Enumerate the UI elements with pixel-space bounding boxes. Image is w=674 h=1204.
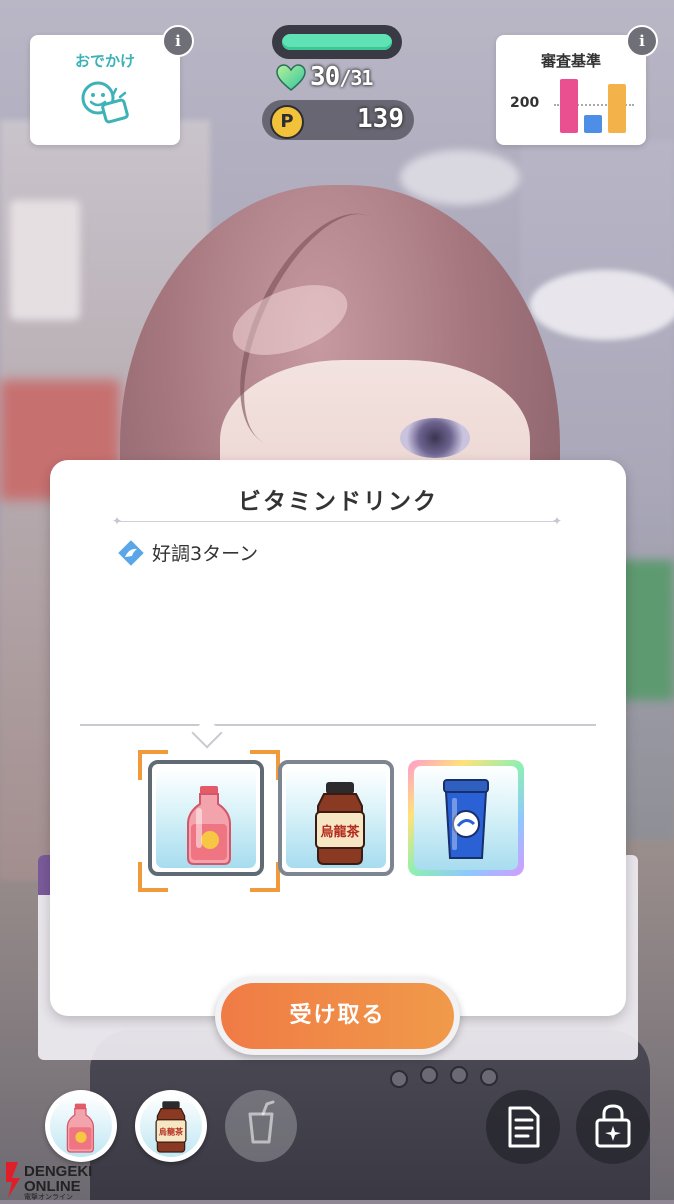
locked-bag-icon — [595, 1104, 631, 1148]
title-divider — [118, 521, 558, 522]
receive-button[interactable]: 受け取る — [215, 977, 460, 1055]
hp-max: /31 — [339, 66, 373, 90]
smile-bag-icon — [81, 81, 129, 124]
criteria-bar — [560, 79, 578, 133]
locked-bag-button[interactable] — [576, 1090, 650, 1164]
tea-label: 烏龍茶 — [159, 1127, 184, 1137]
oolong-tea-bottle-icon: 烏龍茶 — [155, 1101, 187, 1153]
criteria-label: 審査基準 — [540, 52, 601, 70]
stamina-fill — [282, 34, 392, 50]
sparkle-icon: ✦ — [112, 514, 123, 528]
slot-empty[interactable] — [225, 1090, 297, 1162]
item-separator — [80, 724, 596, 726]
hp-current: 30 — [310, 62, 340, 92]
outing-card[interactable]: おでかけ — [30, 35, 180, 145]
dengeki-online-logo: DENGEKI ONLINE 電撃オンライン — [4, 1160, 154, 1201]
criteria-bar — [584, 115, 602, 133]
character-eye — [400, 418, 470, 458]
effect-text: 好調3ターン — [149, 539, 258, 566]
good-condition-icon — [116, 538, 146, 568]
criteria-value: 200 — [510, 95, 540, 111]
selection-corner — [138, 750, 168, 780]
selection-pointer — [191, 717, 223, 749]
outing-info-button[interactable]: i — [162, 25, 194, 57]
memo-button[interactable] — [486, 1090, 560, 1164]
item-dialog: ビタミンドリンク ✦ ✦ 好調3ターン 烏龍茶 — [50, 460, 626, 1016]
pink-bottle-icon — [66, 1103, 95, 1153]
slot-vitamin-drink[interactable] — [45, 1090, 117, 1162]
tea-label: 烏龍茶 — [320, 824, 360, 840]
criteria-bar — [608, 84, 626, 133]
points-value: 139 — [357, 104, 404, 134]
points-display: P 139 — [262, 100, 414, 140]
oolong-tea-bottle-icon: 烏龍茶 — [315, 782, 365, 865]
memo-icon — [508, 1106, 540, 1148]
dialog-title: ビタミンドリンク — [238, 489, 438, 515]
stamina-bar — [272, 25, 402, 59]
selection-corner — [250, 862, 280, 892]
outing-label: おでかけ — [74, 52, 135, 70]
receive-button-label: 受け取る — [221, 983, 454, 1049]
p-coin-icon: P — [270, 105, 304, 139]
criteria-info-button[interactable]: i — [626, 25, 658, 57]
pink-bottle-icon — [187, 786, 231, 865]
hp-display: 30/31 — [276, 62, 406, 96]
sparkle-icon: ✦ — [552, 514, 563, 528]
slot-oolong-tea[interactable]: 烏龍茶 — [135, 1090, 207, 1162]
empty-cup-icon — [248, 1100, 275, 1144]
selection-corner — [138, 862, 168, 892]
item-protein-shaker[interactable] — [408, 760, 524, 876]
heart-icon — [276, 64, 306, 91]
blue-shaker-icon — [443, 779, 489, 859]
criteria-card[interactable]: 審査基準 200 — [496, 35, 646, 145]
brand-sub: 電撃オンライン — [24, 1192, 73, 1200]
item-oolong-tea[interactable]: 烏龍茶 — [278, 760, 394, 876]
selection-corner — [250, 750, 280, 780]
